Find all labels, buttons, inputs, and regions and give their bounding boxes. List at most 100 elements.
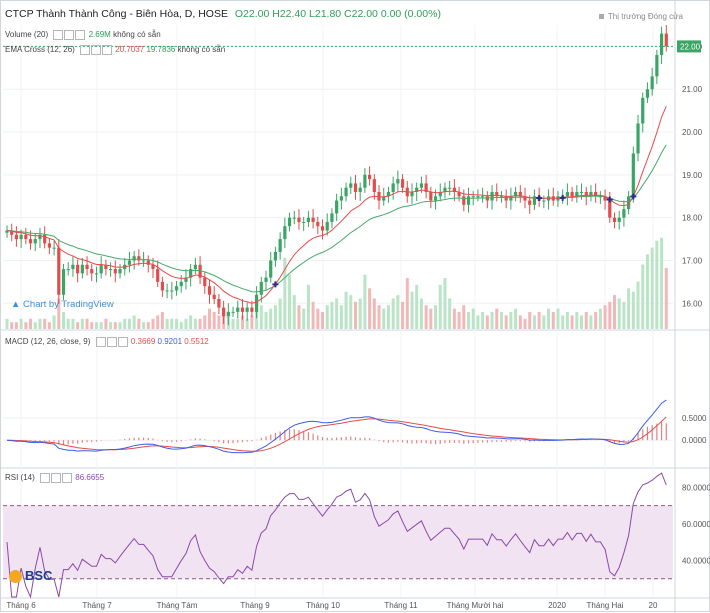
volume-bar	[330, 301, 334, 329]
volume-bar	[584, 312, 588, 329]
eye-icon[interactable]	[95, 336, 106, 347]
ohlc-readout: O22.00 H22.40 L21.80 C22.00 0.00 (0.00%)	[234, 8, 441, 20]
volume-bar	[297, 305, 301, 329]
settings-icon[interactable]	[64, 29, 75, 40]
candle	[368, 174, 372, 180]
volume-bar	[396, 295, 400, 329]
macd-legend: MACD (12, 26, close, 9) 0.3669 0.9201 0.…	[5, 336, 209, 347]
volume-bar	[118, 322, 122, 329]
close-icon[interactable]	[75, 29, 86, 40]
candle	[109, 269, 113, 271]
candle	[80, 264, 84, 274]
volume-bar	[151, 318, 155, 329]
volume-bar	[52, 315, 56, 329]
candle	[302, 221, 306, 223]
volume-legend: Volume (20) 2.69M không có sẵn	[5, 29, 161, 40]
volume-bar	[123, 318, 127, 329]
volume-bar	[382, 308, 386, 329]
candle	[113, 269, 117, 274]
volume-bar	[429, 308, 433, 329]
price-tick-label: 20.00	[682, 128, 703, 137]
volume-bar	[170, 318, 174, 329]
volume-bar	[608, 301, 612, 329]
candle	[52, 247, 56, 249]
volume-bar	[193, 318, 197, 329]
volume-bar	[481, 312, 485, 329]
price-tick-label: 21.00	[682, 85, 703, 94]
candle	[212, 294, 216, 300]
volume-bar	[47, 322, 51, 329]
volume-bar	[415, 284, 419, 329]
candle	[273, 251, 278, 261]
candle	[226, 311, 230, 317]
price-tick-label: 17.00	[682, 256, 703, 265]
candle	[612, 217, 617, 222]
volume-bar	[650, 247, 654, 329]
volume-bar	[551, 312, 555, 329]
price-tick-label: 18.00	[682, 214, 703, 223]
volume-bar	[561, 315, 565, 329]
volume-bar	[316, 308, 320, 329]
volume-bar	[184, 318, 188, 329]
volume-bar	[617, 298, 621, 329]
candle	[76, 264, 80, 274]
volume-bar	[207, 308, 211, 329]
settings-icon[interactable]	[51, 472, 62, 483]
volume-bar	[476, 315, 480, 329]
time-tick-label: 2020	[548, 601, 566, 610]
volume-bar	[565, 312, 569, 329]
tradingview-attribution[interactable]: ▲ Chart by TradingView	[11, 299, 114, 310]
volume-bar	[377, 305, 381, 329]
rsi-legend-buttons[interactable]	[40, 472, 73, 483]
eye-icon[interactable]	[80, 44, 91, 55]
volume-bar	[349, 295, 353, 329]
macd-legend-buttons[interactable]	[95, 336, 129, 347]
volume-bar	[76, 322, 80, 329]
volume-bar	[175, 318, 179, 329]
macd-tick-label: 0.0000	[682, 436, 707, 445]
volume-legend-buttons[interactable]	[53, 29, 86, 40]
candle	[396, 179, 400, 184]
candle	[71, 264, 75, 270]
candle	[28, 239, 33, 244]
rsi-tick-label: 60.0000	[682, 520, 710, 529]
volume-bar	[575, 312, 579, 329]
close-icon[interactable]	[117, 336, 128, 347]
volume-bar	[302, 308, 306, 329]
eye-icon[interactable]	[53, 29, 64, 40]
candle	[179, 281, 183, 287]
candle	[99, 264, 103, 274]
ema-cross-marker	[630, 193, 637, 200]
candle	[608, 200, 612, 218]
close-icon[interactable]	[102, 44, 113, 55]
eye-icon[interactable]	[40, 472, 51, 483]
settings-icon[interactable]	[106, 336, 117, 347]
candle	[222, 307, 226, 317]
close-icon[interactable]	[62, 472, 73, 483]
volume-bar	[598, 308, 602, 329]
volume-bar	[321, 312, 325, 329]
settings-icon[interactable]	[91, 44, 102, 55]
volume-bar	[146, 322, 150, 329]
ema-legend-buttons[interactable]	[80, 44, 113, 55]
market-status: Thị trường Đóng cửa	[599, 11, 683, 22]
candle	[165, 290, 169, 292]
candle	[61, 269, 66, 295]
volume-bar	[33, 322, 37, 329]
volume-bar	[368, 288, 372, 329]
volume-bar	[14, 322, 18, 329]
candle	[504, 196, 508, 201]
volume-bar	[622, 301, 626, 329]
candle	[297, 217, 301, 222]
volume-bar	[499, 312, 503, 329]
volume-bar	[104, 318, 108, 329]
candle	[141, 260, 146, 262]
candle	[236, 307, 240, 312]
macd-line-value: 0.9201	[157, 337, 183, 346]
volume-bar	[401, 301, 405, 329]
candle	[631, 153, 635, 197]
candle	[160, 281, 165, 291]
volume-bar	[358, 298, 362, 329]
volume-bar	[353, 301, 357, 329]
volume-bar	[542, 315, 546, 329]
